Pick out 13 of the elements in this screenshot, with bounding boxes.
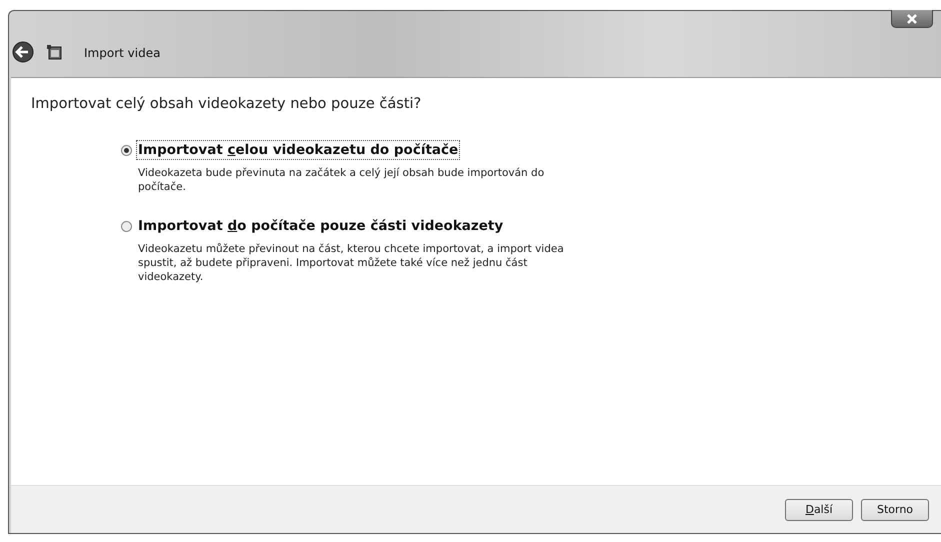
window-title: Import videa (84, 46, 160, 60)
option-description: Videokazetu můžete převinout na část, kterou chcete importovat, a import videa spustit, až budete připraveni. Importovat můžete také více než jednu část videokazety. (138, 242, 565, 284)
next-button[interactable]: Další (785, 498, 853, 520)
back-button[interactable] (12, 41, 36, 65)
close-button[interactable] (891, 10, 933, 28)
radio-button[interactable] (121, 144, 132, 156)
close-icon (905, 14, 919, 24)
option-label[interactable]: Importovat celou videokazetu do počítače (136, 140, 460, 160)
radio-button[interactable] (121, 220, 132, 232)
option-label[interactable]: Importovat do počítače pouze části videokazety (136, 216, 506, 236)
page-heading: Importovat celý obsah videokazety nebo pouze části? (31, 96, 422, 112)
cancel-button[interactable]: Storno (861, 498, 929, 520)
option-description: Videokazeta bude převinuta na začátek a celý její obsah bude importován do počítače. (138, 166, 546, 194)
